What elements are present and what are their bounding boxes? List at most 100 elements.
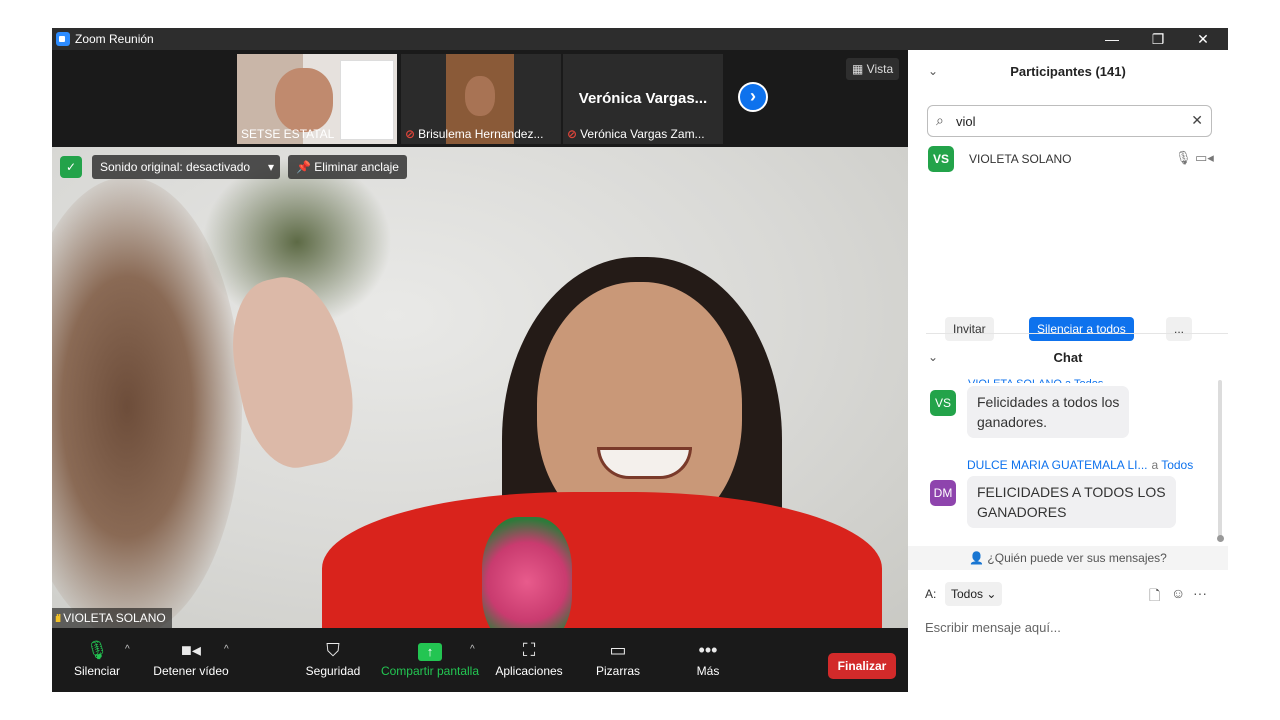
chat-recipient-row: A: Todos ⌄ 🗋 ☺ ··· [925, 582, 1215, 606]
chat-message-line: ganadores. [977, 414, 1048, 430]
microphone-icon: 🎙 [1175, 150, 1192, 165]
share-screen-button[interactable]: ↑ Compartir pantalla [380, 636, 480, 678]
encryption-shield-icon[interactable]: ✓ [60, 156, 82, 178]
thumbnail-brisulema[interactable]: ⊘ Brisulema Hernandez... [401, 54, 561, 144]
unpin-button[interactable]: 📌 Eliminar anclaje [288, 155, 407, 179]
person-lock-icon: 👤 [969, 551, 988, 565]
chat-title: Chat [1053, 350, 1083, 365]
mute-button[interactable]: 🎙 Silenciar [72, 636, 122, 678]
chat-more-icon[interactable]: ··· [1193, 585, 1207, 601]
title-bar: Zoom Reunión — ❐ ✕ [52, 28, 1228, 50]
chat-message-line: FELICIDADES A TODOS LOS [977, 484, 1166, 500]
whiteboards-button[interactable]: ▭ Pizarras [592, 636, 644, 678]
recipient-select[interactable]: Todos ⌄ [945, 582, 1003, 606]
audio-options-chevron-icon[interactable]: ^ [125, 644, 130, 655]
view-button[interactable]: ▦ Vista [846, 58, 900, 80]
zoom-app-icon [56, 32, 70, 46]
share-options-chevron-icon[interactable]: ^ [470, 644, 475, 655]
main-video: ✓ Sonido original: desactivado ▾ 📌 Elimi… [52, 147, 908, 628]
mute-all-button[interactable]: Silenciar a todos [1029, 317, 1134, 341]
apps-label: Aplicaciones [495, 664, 563, 678]
end-meeting-button[interactable]: Finalizar [828, 653, 896, 679]
view-label: Vista [866, 62, 894, 76]
thumbnail-person-image [465, 76, 495, 116]
thumbnail-strip: SETSE ESTATAL ⊘ Brisulema Hernandez... Ve… [52, 50, 908, 147]
stop-video-button[interactable]: ■◂ Detener vídeo [152, 636, 230, 678]
video-options-chevron-icon[interactable]: ^ [224, 644, 229, 655]
speaker-shirt [322, 492, 882, 628]
chat-compose-input[interactable]: Escribir mensaje aquí... [925, 620, 1061, 635]
thumbnail-person-image [275, 68, 333, 132]
thumbnail-name: Verónica Vargas Zam... [580, 127, 705, 141]
signal-strength-icon: ılıl [55, 613, 61, 625]
shirt-embroidery [482, 517, 572, 628]
thumbnail-veronica[interactable]: Verónica Vargas... ⊘ Verónica Vargas Zam.… [563, 54, 723, 144]
clear-search-icon[interactable]: ✕ [1191, 112, 1203, 129]
video-area: SETSE ESTATAL ⊘ Brisulema Hernandez... Ve… [52, 50, 908, 628]
chevron-down-icon: ▾ [267, 160, 274, 174]
apps-button[interactable]: ⛶ Aplicaciones [493, 636, 565, 678]
avatar: VS [928, 146, 954, 172]
meeting-toolbar: 🎙 Silenciar ^ ■◂ Detener vídeo ^ ⛉ Segur… [52, 628, 908, 692]
participants-header: ⌄ Participantes (141) [908, 50, 1228, 94]
close-button[interactable]: ✕ [1183, 29, 1223, 49]
panel-divider [926, 333, 1228, 334]
file-icon[interactable]: 🗋 [1149, 585, 1160, 609]
chat-message-bubble: Felicidades a todos los ganadores. [967, 386, 1130, 438]
chat-scroll-thumb[interactable] [1217, 535, 1224, 542]
original-sound-dropdown[interactable]: Sonido original: desactivado ▾ [92, 155, 280, 179]
chat-message-bubble: FELICIDADES A TODOS LOS GANADORES [967, 476, 1176, 528]
window-title: Zoom Reunión [75, 32, 154, 46]
zoom-window: Zoom Reunión — ❐ ✕ SETSE ESTATAL ⊘ Brisul… [52, 28, 1228, 692]
microphone-icon: 🎙 [85, 640, 109, 660]
apps-icon: ⛶ [522, 640, 536, 660]
chat-message-line: GANADORES [977, 504, 1067, 520]
chat-sender-clipped: VIOLETA SOLANO a Todos [968, 378, 1103, 383]
speaker-name-tag: ılıl VIOLETA SOLANO [52, 608, 172, 628]
thumbnail-name: Brisulema Hernandez... [418, 127, 544, 141]
thumbnail-label: ⊘ Brisulema Hernandez... [405, 127, 543, 141]
search-icon: ⌕ [936, 112, 944, 128]
restore-button[interactable]: ❐ [1138, 29, 1178, 49]
who-can-see-messages[interactable]: 👤 ¿Quién puede ver sus mensajes? [908, 546, 1228, 570]
invite-button[interactable]: Invitar [945, 317, 994, 341]
speaker-name: VIOLETA SOLANO [63, 611, 166, 625]
chat-messages[interactable]: VIOLETA SOLANO a Todos VS Felicidades a … [908, 378, 1228, 546]
video-camera-icon: ■◂ [181, 640, 201, 660]
share-screen-label: Compartir pantalla [380, 664, 480, 678]
more-label: Más [696, 664, 720, 678]
chat-scrollbar[interactable] [1218, 380, 1222, 540]
participant-search-value: viol [956, 114, 976, 129]
muted-mic-icon: ⊘ [567, 127, 578, 141]
stop-video-label: Detener vídeo [153, 664, 229, 678]
more-button[interactable]: ••• Más [688, 636, 728, 678]
whiteboard-icon: ▭ [609, 640, 627, 660]
thumbnail-document-image [340, 60, 394, 140]
avatar: VS [930, 390, 956, 416]
minimize-button[interactable]: — [1092, 29, 1132, 49]
chat-recipient-prefix: a [1151, 458, 1159, 472]
thumbnail-setse[interactable]: SETSE ESTATAL [237, 54, 397, 144]
thumbnail-label: SETSE ESTATAL [241, 127, 335, 141]
chat-sender-name[interactable]: DULCE MARIA GUATEMALA LI... [967, 458, 1148, 472]
security-button[interactable]: ⛉ Seguridad [304, 636, 362, 678]
chevron-down-icon: ⌄ [986, 587, 997, 601]
shield-icon: ⛉ [326, 640, 340, 660]
chat-recipient: Todos [1161, 458, 1194, 472]
more-dots-icon: ••• [698, 640, 718, 660]
participant-name: VIOLETA SOLANO [969, 152, 1072, 166]
who-can-see-label: ¿Quién puede ver sus mensajes? [987, 551, 1167, 565]
whiteboards-label: Pizarras [595, 664, 640, 678]
video-camera-icon: ▭◂ [1195, 150, 1214, 165]
participant-row[interactable]: VS VIOLETA SOLANO 🎙 ▭◂ [928, 146, 1220, 172]
chat-sender: DULCE MARIA GUATEMALA LI... a Todos [967, 458, 1193, 472]
participants-more-button[interactable]: ... [1166, 317, 1193, 341]
unpin-label: Eliminar anclaje [314, 160, 399, 174]
emoji-icon[interactable]: ☺ [1171, 585, 1185, 601]
share-screen-icon: ↑ [380, 636, 480, 664]
chat-message-line: Felicidades a todos los [977, 394, 1120, 410]
next-page-button[interactable]: › [738, 82, 768, 112]
avatar: DM [930, 480, 956, 506]
grid-icon: ▦ [852, 62, 867, 76]
participant-search-input[interactable]: ⌕ viol ✕ [927, 105, 1212, 137]
